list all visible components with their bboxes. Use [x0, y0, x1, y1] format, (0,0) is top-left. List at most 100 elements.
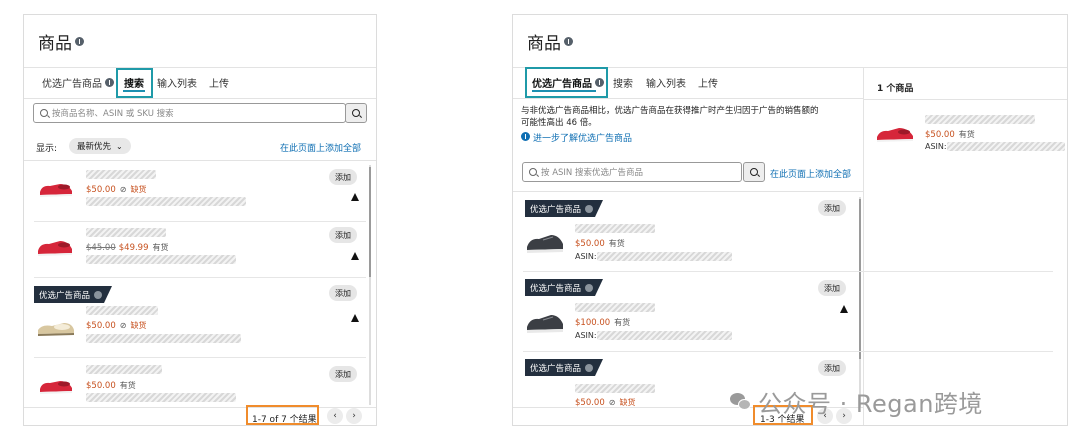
search-icon [529, 168, 537, 176]
product-title-redacted [575, 384, 655, 393]
product-title-redacted [925, 115, 1035, 124]
product-asin-redacted [86, 197, 246, 206]
product-price: $50.00 ⊘ 缺货 [86, 185, 147, 195]
tab-upload[interactable]: 上传 [698, 75, 718, 90]
product-title-redacted [86, 365, 162, 374]
left-products-panel: 商品 优选广告商品 搜索 输入列表 上传 按商品名称、ASIN 或 SKU 搜索… [23, 14, 377, 426]
list-item: 优选广告商品 $50.00 ⊘ 缺货 添加 [24, 278, 376, 358]
sort-dropdown[interactable]: 最新优先 ⌄ [69, 138, 131, 154]
wechat-icon [730, 392, 752, 411]
product-asin-redacted [86, 393, 236, 402]
chevron-right-icon[interactable]: › [346, 408, 362, 424]
product-price: $50.00 有货 [86, 381, 136, 391]
product-image[interactable] [875, 123, 915, 145]
add-button[interactable]: 添加 [818, 280, 846, 296]
list-item: $50.00 ⊘ 缺货 添加 [24, 163, 376, 221]
divider [523, 271, 1053, 272]
product-title-redacted [575, 303, 655, 312]
tab-enter-list[interactable]: 输入列表 [157, 75, 197, 90]
learn-more-link[interactable]: 进一步了解优选广告商品 [521, 131, 632, 144]
product-title-redacted [575, 224, 655, 233]
info-icon [521, 132, 530, 141]
tab-upload[interactable]: 上传 [209, 75, 229, 90]
divider [24, 407, 376, 408]
product-image[interactable] [525, 231, 565, 255]
scrollbar-thumb[interactable] [859, 199, 861, 359]
product-image[interactable] [38, 376, 74, 396]
recommended-badge: 优选广告商品 [525, 200, 603, 217]
search-icon [750, 168, 758, 176]
show-label: 显示: [36, 144, 58, 154]
search-icon [40, 109, 48, 117]
info-icon[interactable] [75, 37, 84, 46]
add-button[interactable]: 添加 [329, 169, 357, 185]
search-input[interactable]: 按商品名称、ASIN 或 SKU 搜索 [33, 103, 346, 123]
product-image[interactable] [36, 236, 74, 258]
divider [24, 98, 376, 99]
product-title-redacted [86, 170, 156, 179]
asin-label: ASIN: [575, 331, 597, 340]
add-button[interactable]: 添加 [818, 200, 846, 216]
info-icon [94, 291, 102, 299]
asin-search-input[interactable]: 按 ASIN 搜索优选广告商品 [522, 162, 742, 182]
asin-label: ASIN: [575, 252, 597, 261]
list-item: $45.00 $49.99 有货 添加 [24, 222, 376, 280]
divider [513, 98, 863, 99]
list-item: $50.00 有货 添加 [24, 358, 376, 408]
search-button[interactable] [743, 162, 765, 182]
product-image[interactable] [36, 316, 76, 338]
page-title: 商品 [38, 29, 84, 54]
tab-enter-list[interactable]: 输入列表 [646, 75, 686, 90]
info-icon [585, 205, 593, 213]
product-price: $100.00 有货 [575, 318, 631, 328]
product-asin-redacted [86, 255, 236, 264]
tab-highlight-box [525, 67, 608, 98]
add-all-link[interactable]: 在此页面上添加全部 [280, 141, 361, 154]
right-products-panel: 商品 优选广告商品 搜索 输入列表 上传 与非优选广告商品相比，优选广告商品在获… [512, 14, 1068, 426]
product-image[interactable] [38, 179, 74, 199]
watermark: 公众号 · Regan跨境 [730, 384, 983, 419]
page-title: 商品 [527, 29, 573, 54]
recommended-badge: 优选广告商品 [34, 286, 112, 303]
divider [513, 191, 863, 192]
search-button[interactable] [345, 103, 367, 123]
add-button[interactable]: 添加 [818, 360, 846, 376]
asin-label: ASIN: [925, 142, 947, 151]
chevron-down-icon: ⌄ [116, 141, 123, 151]
add-all-link[interactable]: 在此页面上添加全部 [770, 167, 851, 180]
tab-highlight-box [116, 68, 153, 98]
info-icon [585, 284, 593, 292]
divider [523, 351, 1053, 352]
add-button[interactable]: 添加 [329, 285, 357, 301]
add-button[interactable]: 添加 [329, 227, 357, 243]
tab-search[interactable]: 搜索 [613, 75, 633, 90]
product-image[interactable] [525, 311, 565, 335]
info-icon [105, 78, 114, 87]
product-price: $50.00 ⊘ 缺货 [86, 321, 147, 331]
recommended-badge: 优选广告商品 [525, 359, 603, 376]
divider [863, 99, 1067, 100]
add-button[interactable]: 添加 [329, 366, 357, 382]
warning-icon [351, 252, 359, 260]
list-item: 优选广告商品 $100.00 有货 ASIN: 添加 [513, 273, 858, 353]
warning-icon [840, 305, 848, 313]
product-asin-redacted [86, 334, 241, 343]
product-asin-redacted [597, 252, 732, 261]
product-asin-redacted [597, 331, 732, 340]
product-title-redacted [86, 228, 166, 237]
warning-icon [351, 193, 359, 201]
product-price: $50.00 有货 [575, 239, 625, 249]
selected-item: $50.00 有货 ASIN: [863, 105, 1067, 165]
chevron-left-icon[interactable]: ‹ [327, 408, 343, 424]
search-icon [352, 109, 360, 117]
product-title-redacted [86, 306, 158, 315]
tab-recommended[interactable]: 优选广告商品 [42, 75, 114, 90]
info-icon[interactable] [564, 37, 573, 46]
product-asin-redacted [947, 142, 1065, 151]
divider [24, 67, 376, 68]
list-item: 优选广告商品 $50.00 有货 ASIN: 添加 [513, 195, 858, 270]
product-price: $50.00 有货 [925, 130, 975, 140]
recommended-description: 与非优选广告商品相比，优选广告商品在获得推广时产生归因于广告的销售额的 可能性高… [521, 106, 819, 128]
result-count-highlight [246, 405, 319, 425]
info-icon [585, 364, 593, 372]
